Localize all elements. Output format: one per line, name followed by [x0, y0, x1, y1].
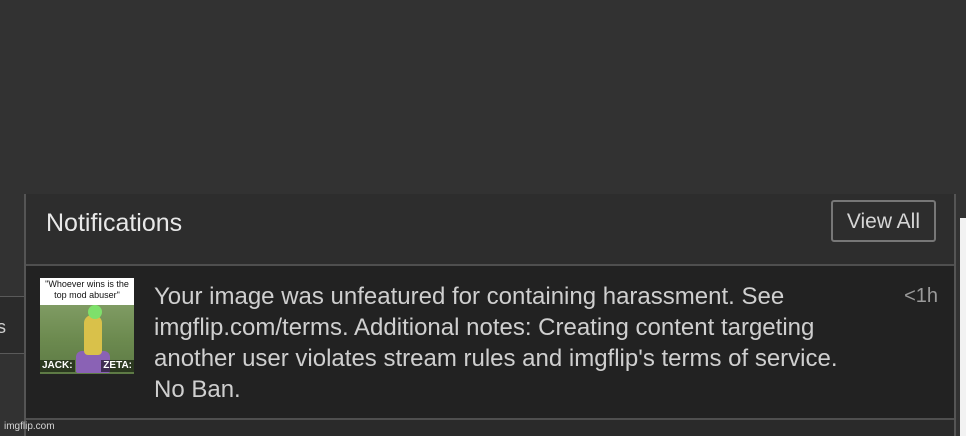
- thumbnail-left-label: JACK:: [40, 360, 75, 372]
- notification-time: <1h: [904, 285, 938, 307]
- notification-thumbnail[interactable]: "Whoever wins is the top mod abuser" JAC…: [40, 278, 134, 374]
- notification-message: Your image was unfeatured for containing…: [154, 283, 838, 403]
- page: s Notifications View All "Whoever wins i…: [0, 0, 966, 436]
- left-side-tab-label: s: [0, 317, 6, 337]
- thumbnail-image: JACK: ZETA:: [40, 305, 134, 374]
- notification-item[interactable]: "Whoever wins is the top mod abuser" JAC…: [26, 266, 954, 420]
- notifications-header: Notifications View All: [26, 194, 954, 266]
- imgflip-watermark: imgflip.com: [4, 421, 55, 432]
- right-edge-scrollbar[interactable]: [960, 218, 966, 436]
- view-all-button[interactable]: View All: [830, 200, 936, 242]
- notifications-title: Notifications: [46, 209, 183, 237]
- thumbnail-caption: "Whoever wins is the top mod abuser": [45, 279, 129, 300]
- thumbnail-right-label: ZETA:: [101, 360, 134, 372]
- notifications-panel: Notifications View All "Whoever wins is …: [24, 194, 956, 436]
- thumbnail-figure-head: [88, 305, 102, 319]
- thumbnail-figure-body: [84, 315, 102, 355]
- top-bar: [0, 0, 966, 218]
